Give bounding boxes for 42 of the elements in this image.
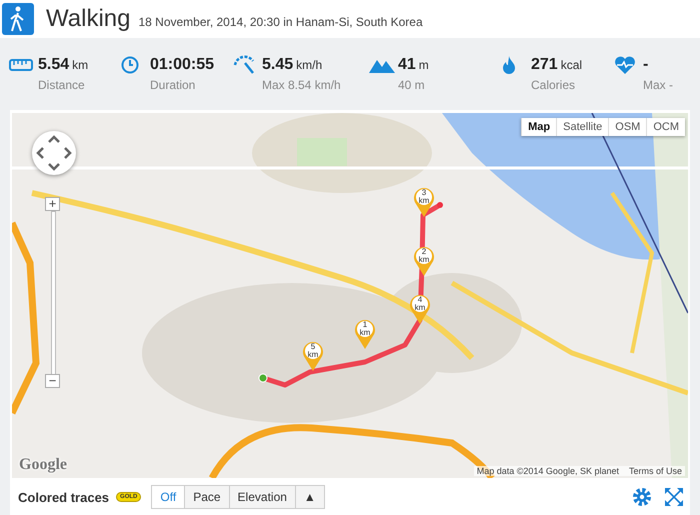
- settings-button[interactable]: [632, 487, 652, 507]
- terms-link[interactable]: Terms of Use: [628, 466, 682, 476]
- stat-value: 5.54 km: [38, 56, 90, 74]
- zoom-out-button[interactable]: −: [45, 374, 60, 388]
- stat-label: Duration: [150, 78, 196, 92]
- activity-subtitle: 18 November, 2014, 20:30 in Hanam-Si, South Korea: [138, 15, 423, 29]
- trace-mode-button[interactable]: Pace: [185, 485, 230, 509]
- heart-rate-icon: [614, 56, 636, 74]
- distance-marker[interactable]: 5 km: [302, 340, 324, 372]
- start-dot: [258, 374, 268, 382]
- stat-value: 41 m: [398, 56, 430, 74]
- trace-mode-button[interactable]: ▲: [296, 485, 325, 509]
- stat-value: 01:00:55: [150, 56, 216, 74]
- distance-marker[interactable]: 3 km: [413, 186, 435, 218]
- activity-title: Walking: [46, 5, 130, 33]
- map-type-button[interactable]: OSM: [608, 118, 646, 136]
- fullscreen-button[interactable]: [664, 487, 684, 507]
- ruler-icon: [9, 58, 33, 72]
- clock-icon: [121, 56, 139, 74]
- distance-marker[interactable]: 1 km: [354, 318, 376, 350]
- stat-value: 271 kcal: [531, 56, 584, 74]
- trace-mode-button[interactable]: Off: [151, 485, 186, 509]
- trace-mode-button[interactable]: Elevation: [230, 485, 296, 509]
- map-type-button[interactable]: OCM: [646, 118, 685, 136]
- flame-icon: [502, 56, 516, 74]
- stat-value: -: [643, 56, 650, 74]
- zoom-in-button[interactable]: +: [45, 197, 60, 211]
- map-attribution: Map data ©2014 Google, SK planet: [476, 466, 619, 476]
- distance-marker[interactable]: 4 km: [409, 293, 431, 325]
- map-logo: Google: [19, 456, 67, 474]
- gauge-icon: [233, 55, 257, 75]
- colored-traces-label: Colored traces: [18, 490, 110, 504]
- distance-marker[interactable]: 2 km: [413, 245, 435, 277]
- stat-value: 5.45 km/h: [262, 56, 324, 74]
- stat-label: Max 8.54 km/h: [262, 78, 342, 92]
- stat-label: Max -: [643, 78, 674, 92]
- stat-label: Distance: [38, 78, 86, 92]
- stat-label: Calories: [531, 78, 576, 92]
- stat-label: 40 m: [398, 78, 426, 92]
- map-type-button[interactable]: Map: [521, 118, 556, 136]
- map-type-button[interactable]: Satellite: [556, 118, 608, 136]
- end-dot: [437, 202, 443, 208]
